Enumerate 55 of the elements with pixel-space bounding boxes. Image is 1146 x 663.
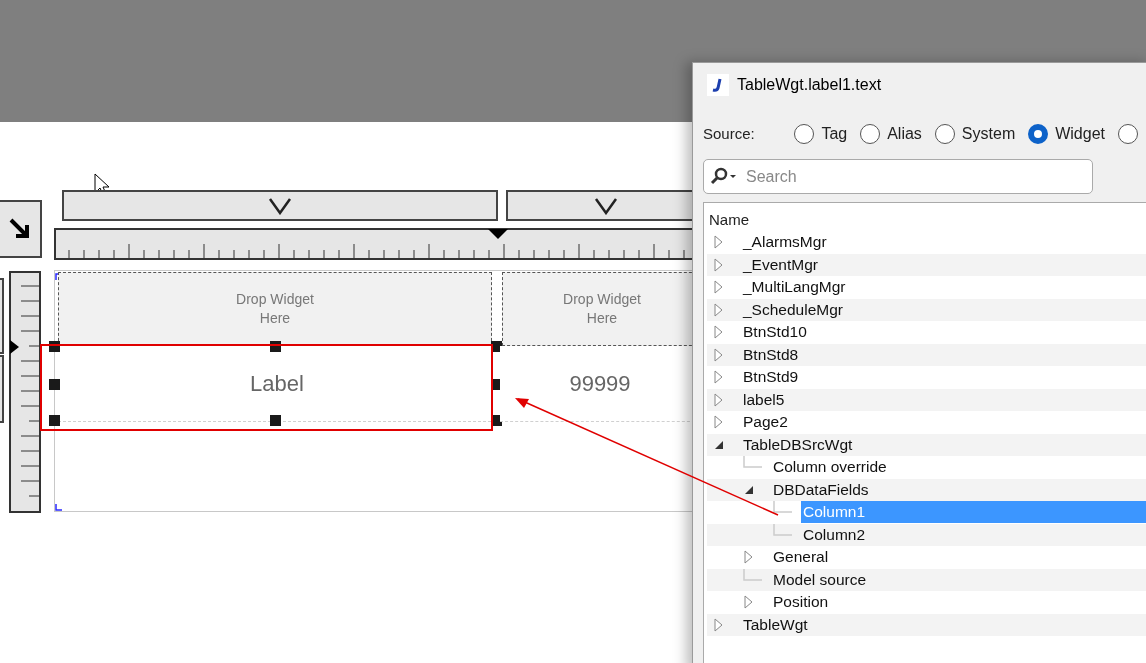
expand-triangle-icon[interactable] (743, 595, 755, 610)
expand-triangle-icon[interactable] (713, 325, 725, 340)
radio-label[interactable]: Widget (1055, 122, 1105, 146)
expand-triangle-icon[interactable] (713, 235, 725, 250)
tree-item[interactable]: _AlarmsMgr (741, 231, 827, 254)
resize-button[interactable] (0, 200, 42, 258)
expand-triangle-icon[interactable] (713, 347, 725, 362)
search-icon (710, 167, 738, 185)
tree-connector-icon (773, 501, 793, 514)
expand-triangle-icon[interactable] (713, 617, 725, 632)
radio-label[interactable]: System (961, 122, 1016, 146)
window-title: TableWgt.label1.text (737, 75, 882, 95)
expand-triangle-icon[interactable] (713, 370, 725, 385)
diagonal-arrow-icon (8, 217, 32, 241)
column-header-button[interactable] (62, 190, 498, 221)
chevron-down-icon (594, 196, 618, 215)
tree-connector-icon (743, 568, 763, 581)
tree-item[interactable]: Position (771, 591, 829, 614)
resize-handle[interactable] (49, 341, 60, 352)
resize-handle[interactable] (49, 379, 60, 390)
radio-button[interactable] (1028, 124, 1049, 144)
radio-button[interactable] (934, 124, 955, 144)
radio-label[interactable]: Tag (821, 122, 848, 146)
tree-item[interactable]: BtnStd8 (741, 343, 799, 366)
tree-item[interactable]: Column2 (801, 523, 866, 546)
resize-handle[interactable] (49, 415, 60, 426)
app-logo-icon (707, 74, 729, 96)
tree-item[interactable]: TableWgt (741, 613, 808, 636)
tree-item[interactable]: _MultiLangMgr (741, 276, 846, 299)
resize-handle[interactable] (270, 341, 281, 352)
expand-triangle-icon[interactable] (713, 257, 725, 272)
tree-connector-icon (743, 456, 763, 469)
source-label: Source: (703, 123, 756, 144)
tree-item[interactable]: BtnStd9 (741, 366, 799, 389)
tree-connector-icon (773, 523, 793, 536)
tree-item[interactable]: General (771, 546, 829, 569)
radio-button[interactable] (794, 124, 815, 144)
resize-handle[interactable] (270, 415, 281, 426)
tree-item[interactable]: Page2 (741, 411, 788, 434)
radio-button[interactable] (860, 124, 881, 144)
chevron-down-icon (268, 196, 292, 215)
expand-triangle-icon[interactable] (713, 302, 725, 317)
expand-triangle-icon[interactable] (713, 415, 725, 430)
drop-zone[interactable]: Drop Widget Here (58, 272, 492, 346)
tree-item[interactable]: _EventMgr (741, 253, 818, 276)
search-field[interactable]: Search (703, 159, 1093, 194)
expand-triangle-icon[interactable] (713, 280, 725, 295)
radio-button[interactable] (1118, 124, 1138, 144)
expand-triangle-icon[interactable] (743, 550, 755, 565)
radio-label[interactable]: Alias (887, 122, 922, 146)
expand-triangle-icon[interactable] (713, 392, 725, 407)
tree-item[interactable]: label5 (741, 388, 785, 411)
tree-item[interactable]: Column override (771, 456, 887, 479)
tree-item[interactable]: BtnStd10 (741, 321, 807, 344)
column-header: Name (708, 210, 750, 230)
